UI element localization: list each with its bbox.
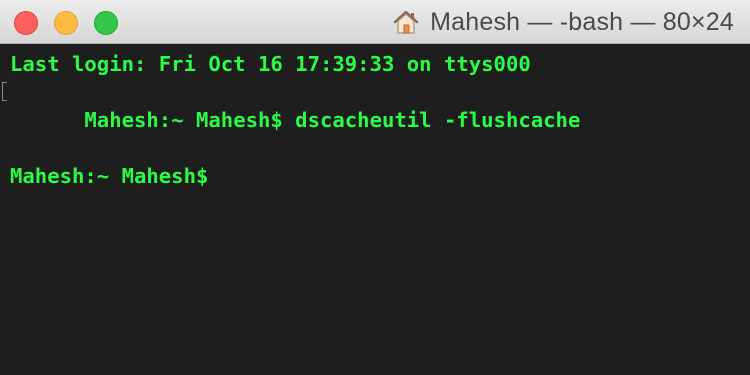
window-title: Mahesh — -bash — 80×24 — [430, 7, 734, 36]
terminal-window: Mahesh — -bash — 80×24 Last login: Fri O… — [0, 0, 750, 375]
zoom-button[interactable] — [94, 11, 118, 35]
mark-bracket-icon — [2, 82, 7, 101]
terminal-line-login: Last login: Fri Oct 16 17:39:33 on ttys0… — [10, 52, 531, 76]
close-button[interactable] — [14, 11, 38, 35]
home-icon — [392, 8, 420, 36]
minimize-button[interactable] — [54, 11, 78, 35]
terminal-output[interactable]: Last login: Fri Oct 16 17:39:33 on ttys0… — [0, 44, 750, 375]
window-title-group: Mahesh — -bash — 80×24 — [392, 0, 734, 44]
title-bar[interactable]: Mahesh — -bash — 80×24 — [0, 0, 750, 44]
terminal-command-text: Mahesh:~ Mahesh$ dscacheutil -flushcache — [84, 108, 581, 132]
terminal-line-prompt[interactable]: Mahesh:~ Mahesh$ — [0, 162, 750, 190]
terminal-line-command: Mahesh:~ Mahesh$ dscacheutil -flushcache — [0, 78, 750, 162]
